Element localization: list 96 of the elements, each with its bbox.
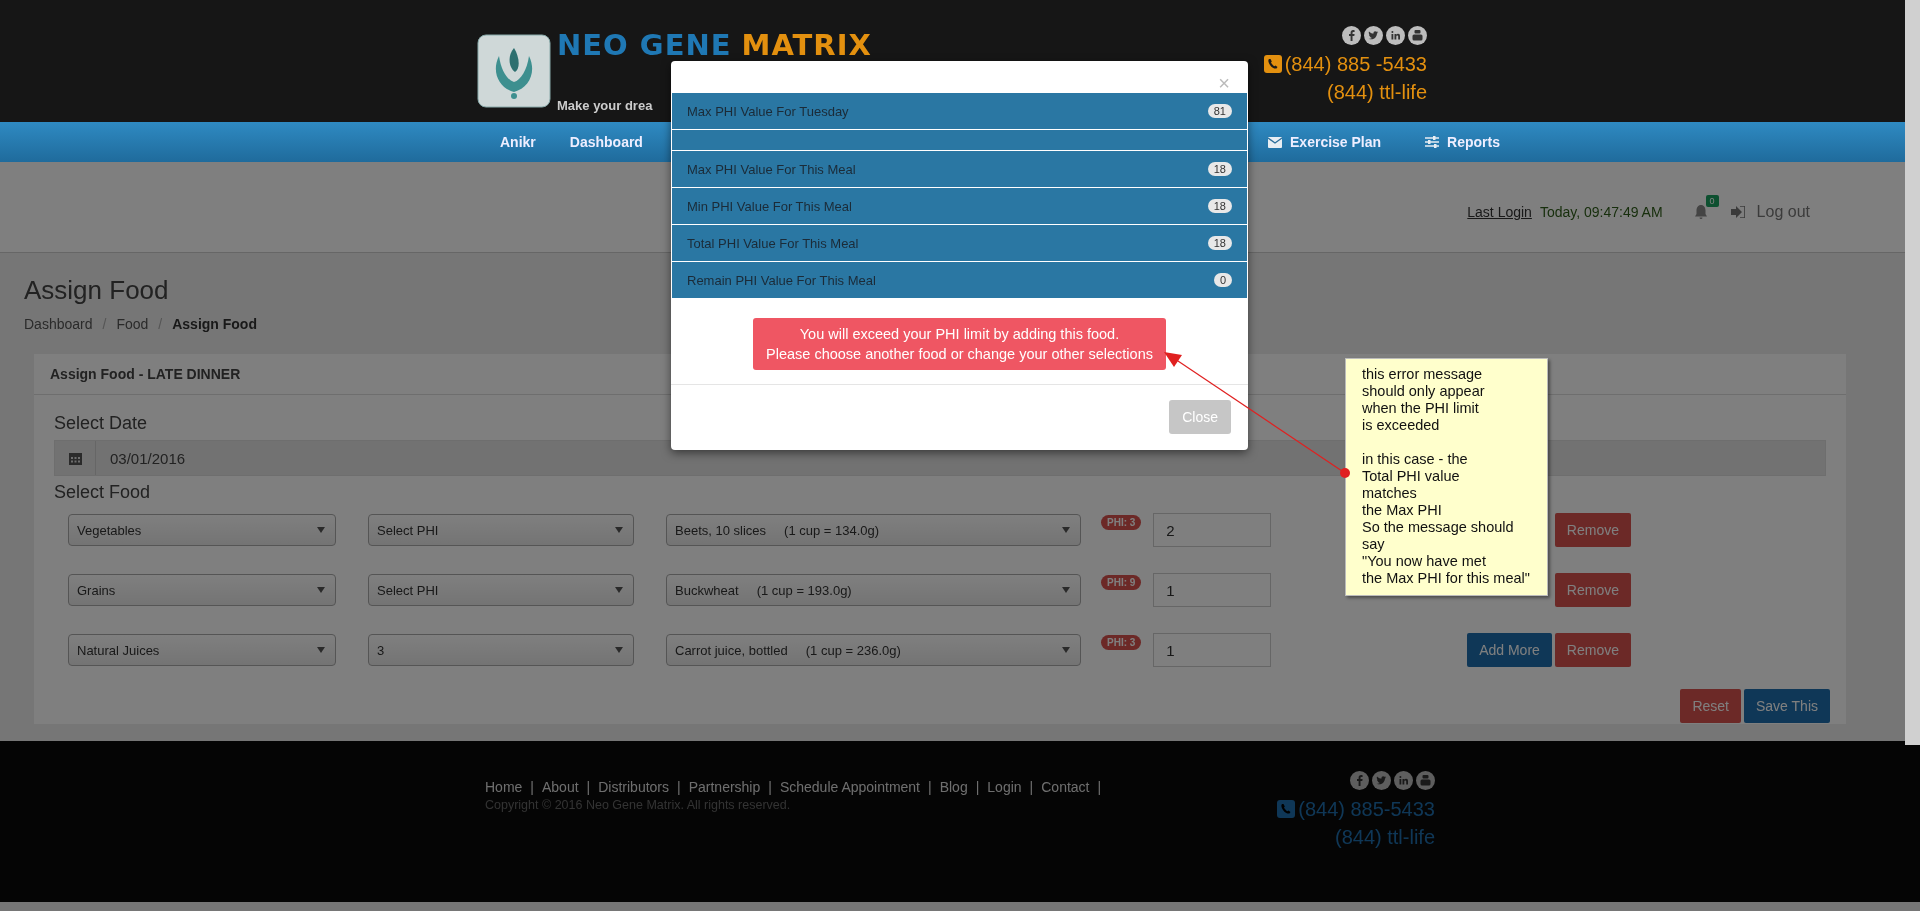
alert-text: You will exceed your PHI limit by adding this food. [799,325,1120,344]
footer-link[interactable]: Schedule Appointment [779,779,920,795]
add-more-button[interactable]: Add More [1467,633,1552,667]
remove-button[interactable]: Remove [1554,633,1631,667]
nav-link[interactable]: Reports [1425,134,1500,150]
footer-link[interactable]: Distributors [598,779,670,795]
remove-button[interactable]: Remove [1554,573,1631,607]
breadcrumb-separator: / [102,316,107,332]
dropdown[interactable]: Select PHI [368,514,634,546]
link-separator: | [586,779,591,795]
reset-button[interactable]: Reset [1680,689,1741,723]
caret-icon [615,527,623,533]
logo-icon [477,34,551,108]
bell-icon[interactable] [1692,204,1709,220]
value-badge: 18 [1207,199,1232,213]
footer-link[interactable]: Home [485,779,523,795]
phi-badge: PHI: 3 [1101,635,1142,650]
logo-text: MATRIX [741,30,872,60]
link-separator: | [928,779,932,795]
caret-icon [1062,647,1070,653]
phone-icon [1277,800,1296,818]
breadcrumb-separator: / [158,316,163,332]
item-label: Total PHI Value For This Meal [687,235,859,251]
link-separator: | [1029,779,1034,795]
footer-link[interactable]: About [542,779,579,795]
phone-icon [1263,55,1282,73]
breadcrumb-link[interactable]: Dashboard [24,316,93,332]
field-label: Select Date [54,413,148,434]
dropdown[interactable]: Grains [68,574,336,606]
link-separator: | [1097,779,1102,795]
envelope-icon [1268,136,1283,148]
scrollbar[interactable] [1905,0,1920,745]
nav-link[interactable]: Anikr [500,134,536,150]
dropdown[interactable]: Natural Juices [68,634,336,666]
alert-text: Please choose another food or change your other selections [766,345,1153,364]
phi-badge: PHI: 3 [1101,515,1142,530]
logout-link[interactable]: Log out [1730,203,1810,221]
quantity-field[interactable]: 1 [1153,633,1272,667]
page-title: Assign Food [24,275,169,306]
logo-text: NEO GENE [557,30,732,60]
social-icon[interactable] [1408,26,1427,45]
item-label: Max PHI Value For This Meal [687,161,856,177]
dropdown[interactable]: Select PHI [368,574,634,606]
social-icon[interactable] [1386,26,1405,45]
save-button[interactable]: Save This [1744,689,1830,723]
value-badge: 18 [1207,236,1232,250]
tagline: Make your drea [557,98,653,113]
last-login-time: Today, 09:47:49 AM [1539,204,1663,220]
dropdown[interactable]: Carrot juice, bottled (1 cup = 236.0g) [666,634,1081,666]
dropdown[interactable]: 3 [368,634,634,666]
field-label: Select Food [54,482,151,503]
dropdown[interactable]: Beets, 10 slices (1 cup = 134.0g) [666,514,1081,546]
phone-number: (844) ttl-life [1326,80,1427,105]
footer-link[interactable]: Login [987,779,1022,795]
nav-link[interactable]: Dashboard [569,134,643,150]
link-separator: | [975,779,980,795]
social-icon[interactable] [1342,26,1361,45]
phone-number: (844) ttl-life [1334,825,1435,850]
sign-out-icon [1730,206,1745,218]
breadcrumb-link[interactable]: Food [116,316,149,332]
value-badge: 81 [1207,104,1232,118]
social-icon[interactable] [1364,26,1383,45]
item-label: Remain PHI Value For This Meal [687,272,876,288]
link-separator: | [677,779,681,795]
footer-link[interactable]: Partnership [688,779,761,795]
quantity-field[interactable]: 1 [1153,573,1272,607]
phone-number: (844) 885 -5433 [1284,52,1427,77]
note-text: this error message should only appear when the PHI limit is exceeded [1362,366,1486,434]
caret-icon [317,647,325,653]
item-label: Max PHI Value For Tuesday [687,103,849,119]
panel-title: Assign Food - LATE DINNER [50,366,241,382]
nav-link[interactable]: Exercise Plan [1268,134,1382,150]
link-separator: | [768,779,772,795]
caret-icon [615,647,623,653]
value-badge: 0 [1213,273,1232,287]
remove-button[interactable]: Remove [1554,513,1631,547]
breadcrumb-link[interactable]: Assign Food [172,316,257,332]
footer-link[interactable]: Contact [1041,779,1090,795]
notification-count: 0 [1705,195,1719,207]
footer-link[interactable]: Blog [939,779,968,795]
caret-icon [317,527,325,533]
phone-number: (844) 885-5433 [1298,797,1435,822]
dropdown[interactable]: Vegetables [68,514,336,546]
caret-icon [1062,587,1070,593]
quantity-field[interactable]: 2 [1153,513,1272,547]
caret-icon [1062,527,1070,533]
value-badge: 18 [1207,162,1232,176]
sliders-icon [1425,136,1440,148]
phi-badge: PHI: 9 [1101,575,1142,590]
link-separator: | [530,779,534,795]
caret-icon [615,587,623,593]
calendar-icon [68,451,82,465]
caret-icon [317,587,325,593]
last-login-link[interactable]: Last Login [1467,204,1532,220]
item-label: Min PHI Value For This Meal [687,198,852,214]
dropdown[interactable]: Buckwheat (1 cup = 193.0g) [666,574,1081,606]
